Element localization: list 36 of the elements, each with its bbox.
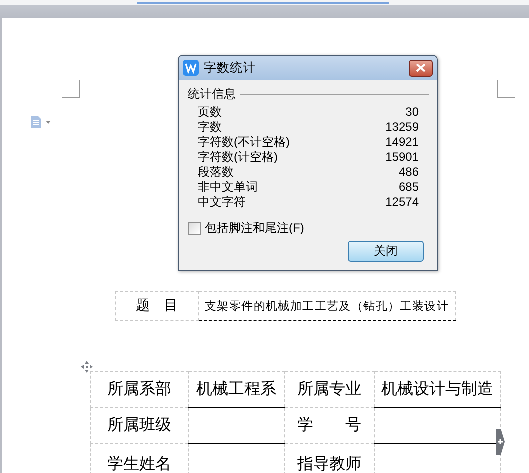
group-label: 统计信息: [188, 86, 236, 102]
close-button[interactable]: 关闭: [348, 241, 424, 262]
table-cell: 学 号: [284, 408, 374, 444]
table-cell: 题 目: [116, 292, 198, 320]
table-cell: 所属系部: [90, 372, 188, 408]
checkbox[interactable]: [188, 222, 201, 234]
document-icon[interactable]: [30, 116, 52, 128]
stat-label: 非中文单词: [198, 180, 258, 195]
table-cell: 所属班级: [90, 408, 188, 444]
close-button[interactable]: [409, 60, 433, 76]
stat-value: 13259: [386, 120, 419, 135]
stat-value: 30: [406, 105, 419, 120]
table-cell: 机械工程系: [188, 372, 284, 408]
stat-label: 中文字符: [198, 195, 246, 210]
margin-corner-mark: [497, 80, 515, 98]
close-icon: [416, 64, 426, 72]
table-cell: 所属专业: [284, 372, 374, 408]
stat-label: 字符数(计空格): [198, 150, 278, 165]
margin-corner-mark: [62, 80, 80, 98]
stat-value: 15901: [386, 150, 419, 165]
stat-value: 486: [398, 165, 419, 180]
add-row-handle-icon[interactable]: [496, 429, 505, 455]
checkbox-label[interactable]: 包括脚注和尾注(F): [205, 220, 304, 236]
dialog-title: 字数统计: [204, 60, 257, 76]
table-cell: 机械设计与制造: [374, 372, 500, 408]
stat-label: 段落数: [198, 165, 234, 180]
stat-value: 14921: [386, 135, 419, 150]
stat-value: 12574: [386, 195, 419, 210]
app-logo-icon: [183, 60, 199, 76]
stat-label: 字符数(不计空格): [198, 135, 290, 150]
stat-label: 页数: [198, 105, 222, 120]
stat-value: 685: [398, 180, 419, 195]
move-handle-icon[interactable]: [81, 361, 93, 373]
table-cell: 支架零件的机械加工工艺及（钻孔）工装设计: [198, 292, 456, 320]
stat-label: 字数: [198, 120, 222, 135]
table-cell: 学生姓名: [90, 444, 188, 473]
